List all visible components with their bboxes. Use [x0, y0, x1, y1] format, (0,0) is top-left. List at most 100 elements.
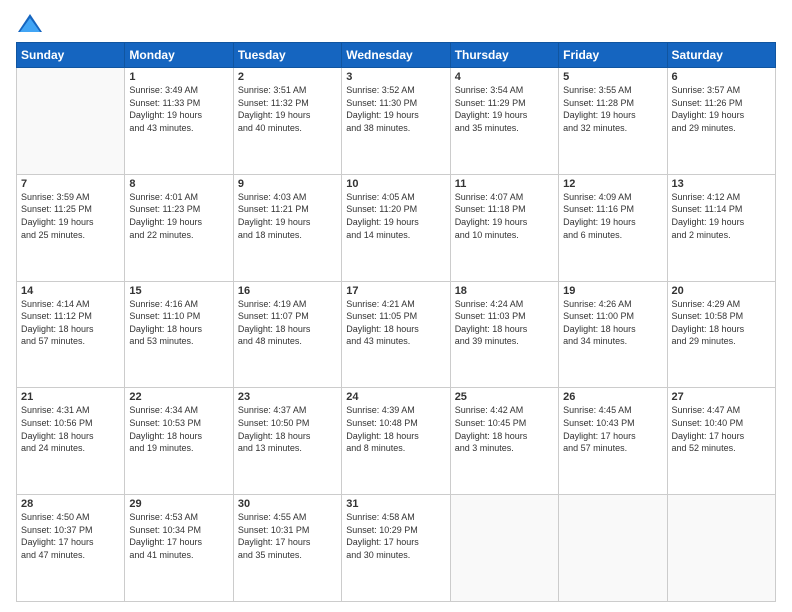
calendar-table: SundayMondayTuesdayWednesdayThursdayFrid… [16, 42, 776, 602]
day-header-wednesday: Wednesday [342, 43, 450, 68]
day-number: 28 [21, 498, 120, 510]
calendar-cell [17, 68, 125, 175]
day-info: Sunrise: 4:58 AM Sunset: 10:29 PM Daylig… [346, 511, 445, 561]
day-number: 15 [129, 285, 228, 297]
day-number: 24 [346, 391, 445, 403]
logo-icon [16, 10, 44, 38]
day-info: Sunrise: 4:03 AM Sunset: 11:21 PM Daylig… [238, 191, 337, 241]
day-number: 17 [346, 285, 445, 297]
day-info: Sunrise: 4:24 AM Sunset: 11:03 PM Daylig… [455, 298, 554, 348]
calendar-cell: 6Sunrise: 3:57 AM Sunset: 11:26 PM Dayli… [667, 68, 775, 175]
calendar-cell: 30Sunrise: 4:55 AM Sunset: 10:31 PM Dayl… [233, 495, 341, 602]
day-info: Sunrise: 4:01 AM Sunset: 11:23 PM Daylig… [129, 191, 228, 241]
calendar-cell: 17Sunrise: 4:21 AM Sunset: 11:05 PM Dayl… [342, 281, 450, 388]
calendar-cell: 10Sunrise: 4:05 AM Sunset: 11:20 PM Dayl… [342, 174, 450, 281]
day-number: 1 [129, 71, 228, 83]
calendar-cell: 28Sunrise: 4:50 AM Sunset: 10:37 PM Dayl… [17, 495, 125, 602]
day-number: 30 [238, 498, 337, 510]
day-number: 8 [129, 178, 228, 190]
week-row-4: 21Sunrise: 4:31 AM Sunset: 10:56 PM Dayl… [17, 388, 776, 495]
day-number: 9 [238, 178, 337, 190]
day-info: Sunrise: 3:52 AM Sunset: 11:30 PM Daylig… [346, 84, 445, 134]
day-info: Sunrise: 4:14 AM Sunset: 11:12 PM Daylig… [21, 298, 120, 348]
page: SundayMondayTuesdayWednesdayThursdayFrid… [0, 0, 792, 612]
week-row-1: 1Sunrise: 3:49 AM Sunset: 11:33 PM Dayli… [17, 68, 776, 175]
day-info: Sunrise: 4:29 AM Sunset: 10:58 PM Daylig… [672, 298, 771, 348]
day-number: 20 [672, 285, 771, 297]
calendar-cell: 29Sunrise: 4:53 AM Sunset: 10:34 PM Dayl… [125, 495, 233, 602]
week-row-5: 28Sunrise: 4:50 AM Sunset: 10:37 PM Dayl… [17, 495, 776, 602]
day-number: 12 [563, 178, 662, 190]
day-header-tuesday: Tuesday [233, 43, 341, 68]
calendar-cell [559, 495, 667, 602]
day-number: 7 [21, 178, 120, 190]
calendar-cell: 15Sunrise: 4:16 AM Sunset: 11:10 PM Dayl… [125, 281, 233, 388]
day-header-saturday: Saturday [667, 43, 775, 68]
day-info: Sunrise: 4:45 AM Sunset: 10:43 PM Daylig… [563, 404, 662, 454]
day-info: Sunrise: 4:07 AM Sunset: 11:18 PM Daylig… [455, 191, 554, 241]
day-info: Sunrise: 4:42 AM Sunset: 10:45 PM Daylig… [455, 404, 554, 454]
day-number: 16 [238, 285, 337, 297]
day-info: Sunrise: 3:49 AM Sunset: 11:33 PM Daylig… [129, 84, 228, 134]
day-number: 18 [455, 285, 554, 297]
week-row-2: 7Sunrise: 3:59 AM Sunset: 11:25 PM Dayli… [17, 174, 776, 281]
day-info: Sunrise: 3:57 AM Sunset: 11:26 PM Daylig… [672, 84, 771, 134]
day-number: 6 [672, 71, 771, 83]
day-number: 13 [672, 178, 771, 190]
day-number: 22 [129, 391, 228, 403]
day-info: Sunrise: 4:05 AM Sunset: 11:20 PM Daylig… [346, 191, 445, 241]
calendar-cell: 16Sunrise: 4:19 AM Sunset: 11:07 PM Dayl… [233, 281, 341, 388]
day-number: 3 [346, 71, 445, 83]
calendar-cell: 5Sunrise: 3:55 AM Sunset: 11:28 PM Dayli… [559, 68, 667, 175]
calendar-cell: 11Sunrise: 4:07 AM Sunset: 11:18 PM Dayl… [450, 174, 558, 281]
day-info: Sunrise: 4:34 AM Sunset: 10:53 PM Daylig… [129, 404, 228, 454]
day-info: Sunrise: 3:55 AM Sunset: 11:28 PM Daylig… [563, 84, 662, 134]
day-number: 5 [563, 71, 662, 83]
day-info: Sunrise: 4:37 AM Sunset: 10:50 PM Daylig… [238, 404, 337, 454]
calendar-cell: 24Sunrise: 4:39 AM Sunset: 10:48 PM Dayl… [342, 388, 450, 495]
day-info: Sunrise: 4:09 AM Sunset: 11:16 PM Daylig… [563, 191, 662, 241]
day-info: Sunrise: 4:26 AM Sunset: 11:00 PM Daylig… [563, 298, 662, 348]
day-number: 27 [672, 391, 771, 403]
day-info: Sunrise: 4:19 AM Sunset: 11:07 PM Daylig… [238, 298, 337, 348]
day-header-thursday: Thursday [450, 43, 558, 68]
day-info: Sunrise: 4:39 AM Sunset: 10:48 PM Daylig… [346, 404, 445, 454]
day-info: Sunrise: 4:12 AM Sunset: 11:14 PM Daylig… [672, 191, 771, 241]
day-info: Sunrise: 4:21 AM Sunset: 11:05 PM Daylig… [346, 298, 445, 348]
day-info: Sunrise: 3:54 AM Sunset: 11:29 PM Daylig… [455, 84, 554, 134]
calendar-cell: 27Sunrise: 4:47 AM Sunset: 10:40 PM Dayl… [667, 388, 775, 495]
calendar-cell: 4Sunrise: 3:54 AM Sunset: 11:29 PM Dayli… [450, 68, 558, 175]
calendar-cell: 26Sunrise: 4:45 AM Sunset: 10:43 PM Dayl… [559, 388, 667, 495]
day-header-monday: Monday [125, 43, 233, 68]
calendar-cell: 23Sunrise: 4:37 AM Sunset: 10:50 PM Dayl… [233, 388, 341, 495]
calendar-cell: 7Sunrise: 3:59 AM Sunset: 11:25 PM Dayli… [17, 174, 125, 281]
day-header-row: SundayMondayTuesdayWednesdayThursdayFrid… [17, 43, 776, 68]
calendar-cell: 8Sunrise: 4:01 AM Sunset: 11:23 PM Dayli… [125, 174, 233, 281]
calendar-cell: 18Sunrise: 4:24 AM Sunset: 11:03 PM Dayl… [450, 281, 558, 388]
day-info: Sunrise: 4:31 AM Sunset: 10:56 PM Daylig… [21, 404, 120, 454]
calendar-cell: 20Sunrise: 4:29 AM Sunset: 10:58 PM Dayl… [667, 281, 775, 388]
calendar-cell: 22Sunrise: 4:34 AM Sunset: 10:53 PM Dayl… [125, 388, 233, 495]
day-number: 4 [455, 71, 554, 83]
day-header-friday: Friday [559, 43, 667, 68]
calendar-cell [667, 495, 775, 602]
day-info: Sunrise: 4:47 AM Sunset: 10:40 PM Daylig… [672, 404, 771, 454]
calendar-cell: 2Sunrise: 3:51 AM Sunset: 11:32 PM Dayli… [233, 68, 341, 175]
day-info: Sunrise: 4:50 AM Sunset: 10:37 PM Daylig… [21, 511, 120, 561]
calendar-cell: 13Sunrise: 4:12 AM Sunset: 11:14 PM Dayl… [667, 174, 775, 281]
day-number: 29 [129, 498, 228, 510]
logo [16, 10, 46, 38]
day-number: 21 [21, 391, 120, 403]
day-number: 31 [346, 498, 445, 510]
header [16, 10, 776, 38]
day-info: Sunrise: 4:53 AM Sunset: 10:34 PM Daylig… [129, 511, 228, 561]
day-number: 23 [238, 391, 337, 403]
calendar-cell: 31Sunrise: 4:58 AM Sunset: 10:29 PM Dayl… [342, 495, 450, 602]
day-number: 11 [455, 178, 554, 190]
calendar-cell: 21Sunrise: 4:31 AM Sunset: 10:56 PM Dayl… [17, 388, 125, 495]
calendar-cell: 14Sunrise: 4:14 AM Sunset: 11:12 PM Dayl… [17, 281, 125, 388]
day-number: 2 [238, 71, 337, 83]
day-info: Sunrise: 3:59 AM Sunset: 11:25 PM Daylig… [21, 191, 120, 241]
calendar-cell: 25Sunrise: 4:42 AM Sunset: 10:45 PM Dayl… [450, 388, 558, 495]
day-number: 10 [346, 178, 445, 190]
